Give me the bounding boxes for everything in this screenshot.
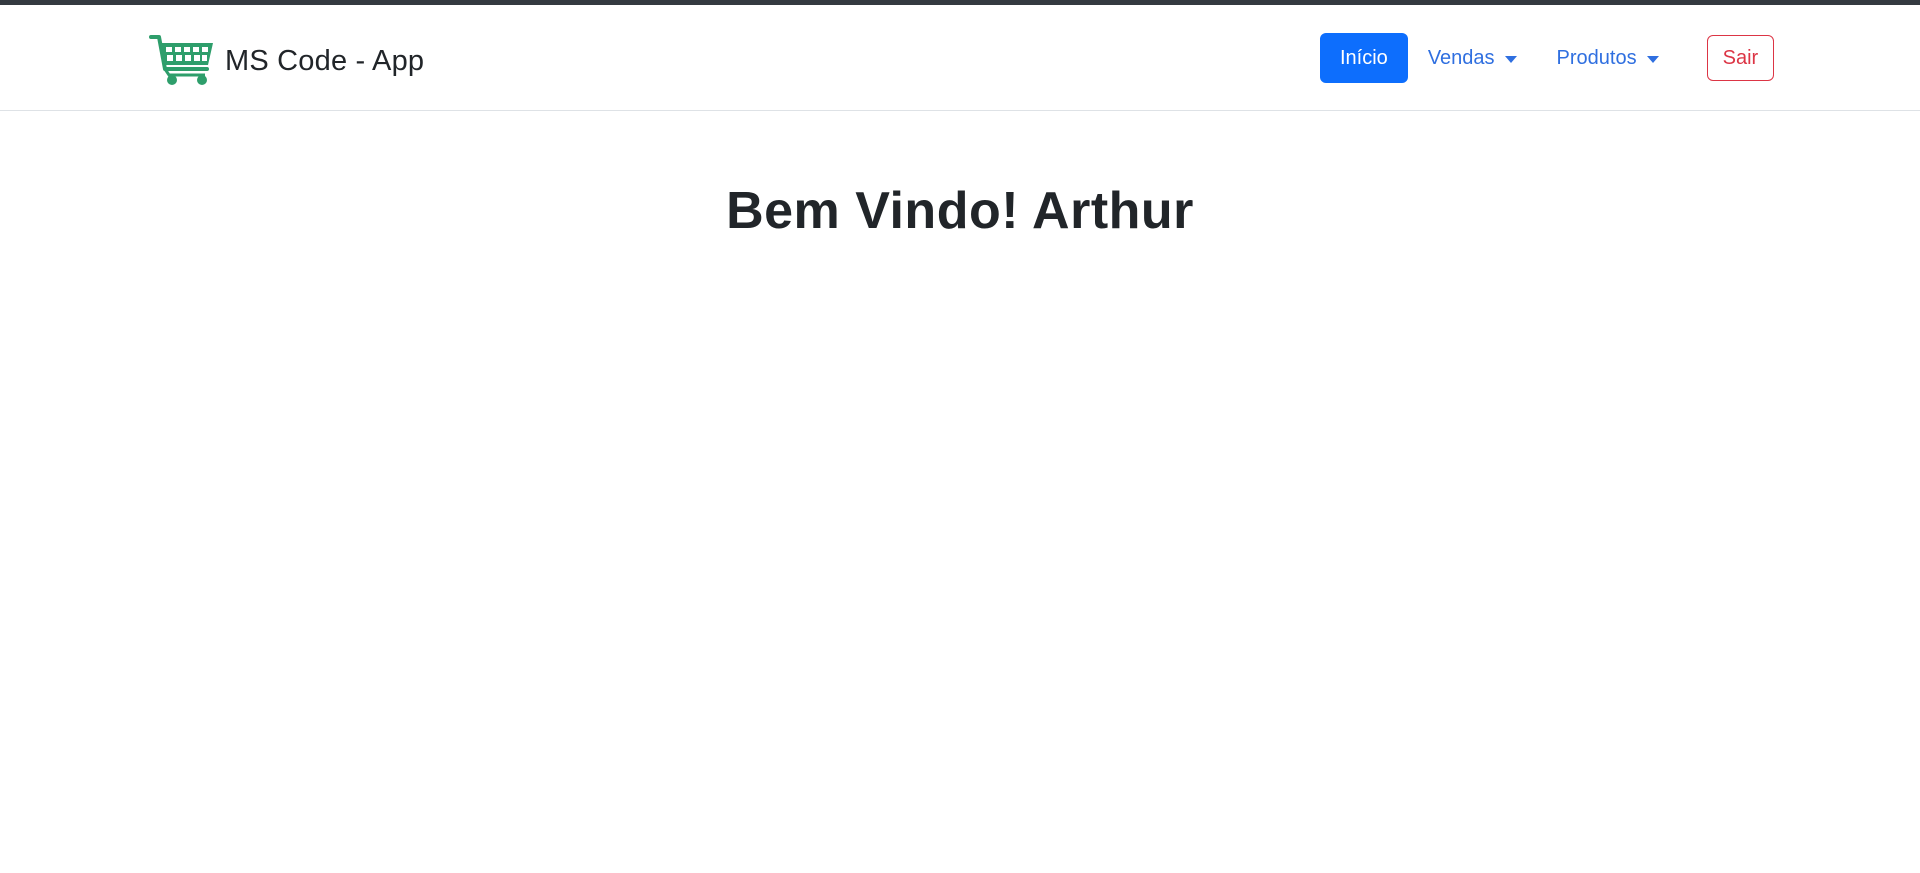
brand-link[interactable]: MS Code - App — [149, 31, 424, 91]
chevron-down-icon — [1646, 55, 1659, 63]
chevron-down-icon — [1504, 55, 1517, 63]
logout-button[interactable]: Sair — [1706, 35, 1775, 81]
brand-name: MS Code - App — [225, 44, 425, 77]
shopping-cart-icon — [149, 33, 215, 89]
nav-sales-label: Vendas — [1427, 46, 1495, 69]
nav-menu: Início Vendas Produtos Sair — [1320, 33, 1775, 83]
nav-sales-dropdown[interactable]: Vendas — [1428, 33, 1517, 83]
navbar: MS Code - App Início Vendas Produtos Sai… — [0, 5, 1920, 111]
nav-products-label: Produtos — [1556, 46, 1637, 69]
nav-products-dropdown[interactable]: Produtos — [1557, 33, 1659, 83]
welcome-heading: Bem Vindo! Arthur — [726, 182, 1194, 240]
nav-home-button[interactable]: Início — [1320, 33, 1408, 83]
